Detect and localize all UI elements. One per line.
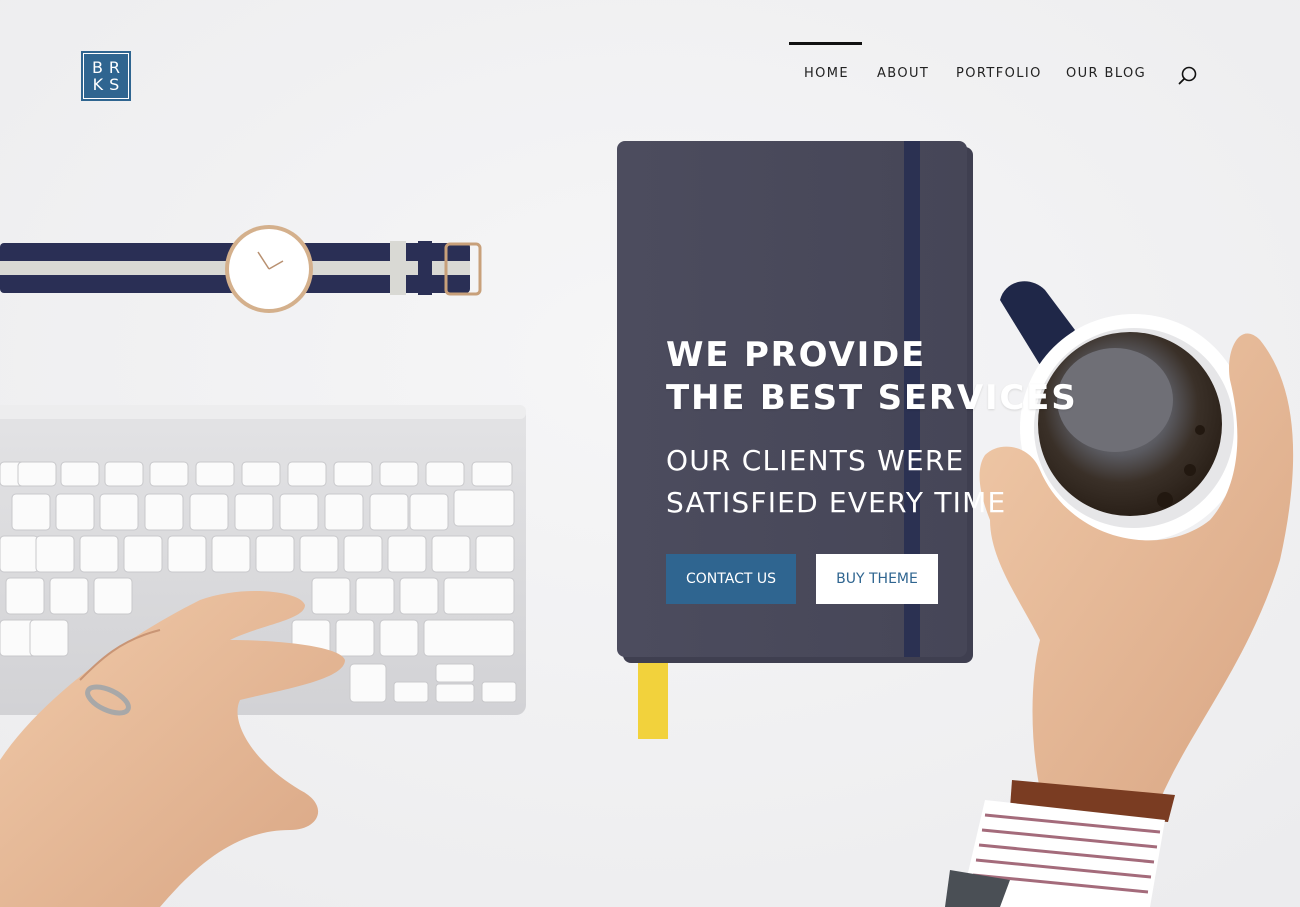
logo-frame: BR KS xyxy=(83,53,129,99)
hero-background-image xyxy=(0,0,1300,907)
logo-text-line1: BR xyxy=(91,58,127,77)
logo-text-line2: KS xyxy=(92,75,126,94)
nav-item-portfolio[interactable]: PORTFOLIO xyxy=(956,66,1042,81)
hero-subtitle-line2: SATISFIED EVERY TIME xyxy=(666,486,1007,519)
nav-item-about[interactable]: ABOUT xyxy=(877,66,929,81)
brand-logo[interactable]: BR KS xyxy=(81,51,131,101)
hero-title: WE PROVIDE THE BEST SERVICES xyxy=(666,334,1078,420)
nav-active-indicator xyxy=(789,42,862,45)
hero-subtitle-line1: OUR CLIENTS WERE xyxy=(666,444,965,477)
hero-subtitle: OUR CLIENTS WERE SATISFIED EVERY TIME xyxy=(666,440,1006,524)
hero-title-line2: THE BEST SERVICES xyxy=(666,378,1078,418)
search-icon[interactable] xyxy=(1176,64,1200,88)
buy-theme-button[interactable]: BUY THEME xyxy=(816,554,938,604)
nav-item-home[interactable]: HOME xyxy=(804,66,849,81)
hero-title-line1: WE PROVIDE xyxy=(666,335,927,375)
nav-item-our-blog[interactable]: OUR BLOG xyxy=(1066,66,1146,81)
contact-us-button[interactable]: CONTACT US xyxy=(666,554,796,604)
